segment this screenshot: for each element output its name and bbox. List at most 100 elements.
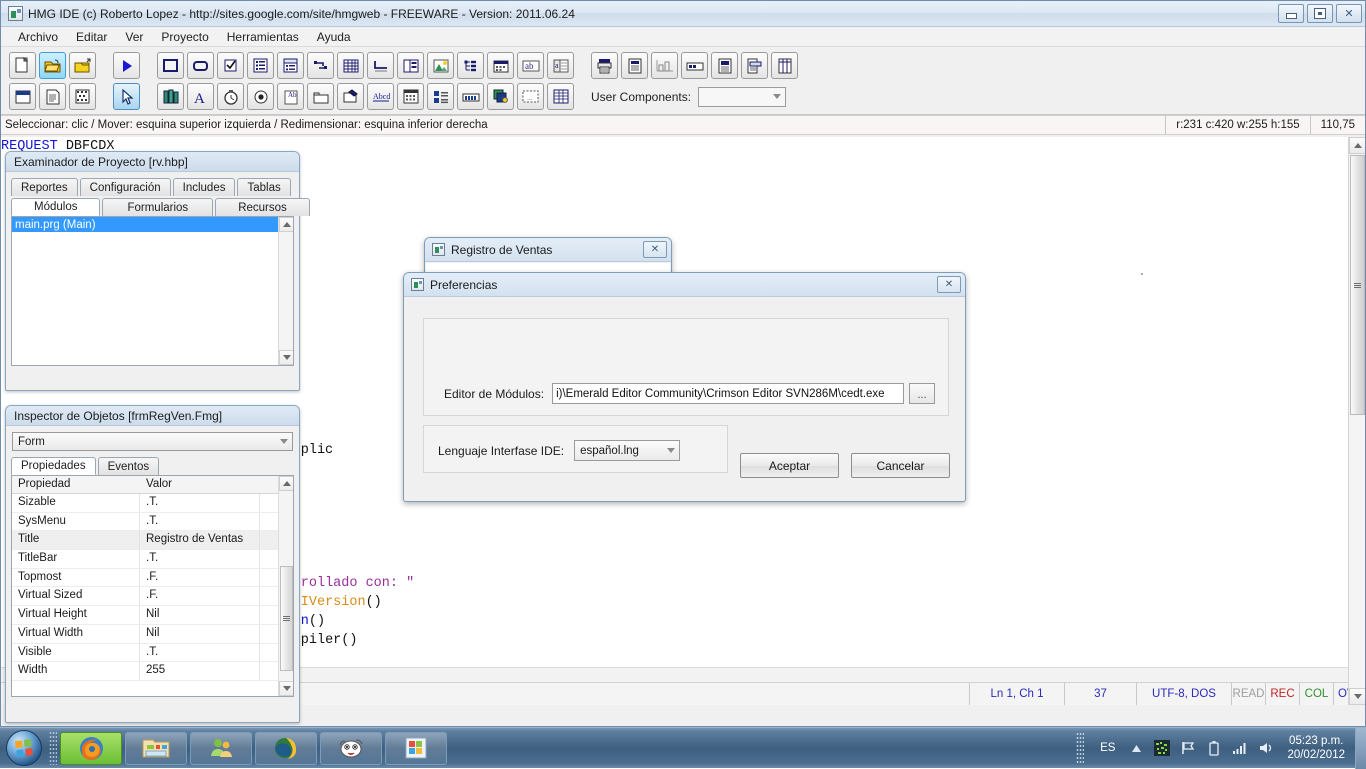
panel-icon[interactable]: ...: [517, 83, 544, 110]
scrollbar-thumb[interactable]: [280, 566, 293, 671]
table-row[interactable]: Title Registro de Ventas: [12, 531, 293, 550]
table-row[interactable]: SysMenu .T.: [12, 513, 293, 532]
textbox-control-icon[interactable]: [187, 52, 214, 79]
antivirus-icon[interactable]: [1152, 738, 1172, 758]
property-value[interactable]: .T.: [140, 494, 260, 512]
combobox-control-icon[interactable]: [277, 52, 304, 79]
color-picker-icon[interactable]: [487, 83, 514, 110]
start-button[interactable]: [2, 729, 46, 767]
tab-control-icon[interactable]: a: [547, 52, 574, 79]
table-row[interactable]: Topmost .F.: [12, 569, 293, 588]
network-icon[interactable]: [1230, 738, 1250, 758]
property-grid-scrollbar[interactable]: [278, 476, 293, 696]
month-calendar-icon[interactable]: [397, 83, 424, 110]
window-icon[interactable]: [9, 83, 36, 110]
library-icon[interactable]: [157, 83, 184, 110]
close-icon[interactable]: ✕: [937, 276, 961, 293]
run-icon[interactable]: [113, 52, 140, 79]
tab-propiedades[interactable]: Propiedades: [11, 457, 96, 475]
pointer-tool-icon[interactable]: [113, 83, 140, 110]
language-combo[interactable]: español.lng: [574, 440, 680, 461]
scroll-up-icon[interactable]: [1349, 137, 1366, 154]
scroll-up-icon[interactable]: [279, 476, 294, 491]
minimize-button[interactable]: [1278, 4, 1304, 23]
taskbar-item-firefox[interactable]: [60, 732, 122, 765]
close-icon[interactable]: ✕: [643, 241, 667, 258]
scroll-down-icon[interactable]: [1349, 688, 1366, 705]
tray-handle[interactable]: [1076, 732, 1084, 764]
show-desktop-button[interactable]: [1355, 728, 1366, 769]
taskbar-item-cartoon-app[interactable]: [320, 732, 382, 765]
progressbar-icon[interactable]: [681, 52, 708, 79]
language-indicator[interactable]: ES: [1100, 742, 1115, 754]
table-row[interactable]: Virtual Width Nil: [12, 625, 293, 644]
tree-control-icon[interactable]: [457, 52, 484, 79]
list-item[interactable]: main.prg (Main): [12, 217, 293, 232]
user-components-combo[interactable]: [698, 87, 786, 107]
abcd-text-icon[interactable]: Abcd: [367, 83, 394, 110]
tab-formularios[interactable]: Formularios: [102, 198, 213, 216]
chart-icon[interactable]: [651, 52, 678, 79]
editor-vertical-scrollbar[interactable]: [1348, 137, 1365, 705]
image-control-icon[interactable]: [427, 52, 454, 79]
toolbar-icon[interactable]: [457, 83, 484, 110]
taskbar-item-explorer[interactable]: [125, 732, 187, 765]
menu-proyecto[interactable]: Proyecto: [152, 28, 217, 46]
open-folder-icon[interactable]: [39, 52, 66, 79]
clock[interactable]: 05:23 p.m. 20/02/2012: [1287, 734, 1345, 762]
tab-modulos[interactable]: Módulos: [11, 198, 100, 216]
cancel-button[interactable]: Cancelar: [851, 453, 950, 478]
edit-icon[interactable]: [337, 83, 364, 110]
button-control-icon[interactable]: [157, 52, 184, 79]
property-value[interactable]: Registro de Ventas: [140, 531, 260, 549]
tab-includes[interactable]: Includes: [173, 178, 236, 196]
menu-editar[interactable]: Editar: [67, 28, 116, 46]
menu-archivo[interactable]: Archivo: [9, 28, 67, 46]
folder-tab-icon[interactable]: [307, 83, 334, 110]
table-row[interactable]: Width 255: [12, 662, 293, 681]
list-detail-icon[interactable]: [427, 83, 454, 110]
taskbar-handle[interactable]: [49, 731, 57, 765]
radio-button-icon[interactable]: [247, 83, 274, 110]
save-folder-icon[interactable]: [69, 52, 96, 79]
ab-label-icon[interactable]: Ab: [277, 83, 304, 110]
scroll-down-icon[interactable]: [279, 350, 294, 365]
volume-icon[interactable]: [1256, 738, 1276, 758]
calendar-control-icon[interactable]: [487, 52, 514, 79]
taskbar-item-windows-app[interactable]: [385, 732, 447, 765]
property-value[interactable]: .F.: [140, 587, 260, 605]
property-value[interactable]: Nil: [140, 606, 260, 624]
font-icon[interactable]: A: [187, 83, 214, 110]
report-icon[interactable]: [621, 52, 648, 79]
radio-group-icon[interactable]: [307, 52, 334, 79]
property-grid[interactable]: Propiedad Valor Sizable .T. SysMenu .T. …: [11, 475, 294, 697]
tab-eventos[interactable]: Eventos: [98, 457, 160, 475]
tab-configuracion[interactable]: Configuración: [80, 178, 171, 196]
table-row[interactable]: Sizable .T.: [12, 494, 293, 513]
tab-tablas[interactable]: Tablas: [237, 178, 290, 196]
object-selector-combo[interactable]: Form: [12, 432, 293, 451]
menu-ayuda[interactable]: Ayuda: [308, 28, 360, 46]
scroll-up-icon[interactable]: [279, 217, 294, 232]
property-value[interactable]: 255: [140, 662, 260, 680]
editor-path-input[interactable]: i)\Emerald Editor Community\Crimson Edit…: [552, 383, 904, 404]
document-icon[interactable]: [39, 83, 66, 110]
menu-ver[interactable]: Ver: [116, 28, 152, 46]
maximize-button[interactable]: [1307, 4, 1333, 23]
table-row[interactable]: Virtual Sized .F.: [12, 587, 293, 606]
close-button[interactable]: ✕: [1336, 4, 1362, 23]
checkbox-control-icon[interactable]: [217, 52, 244, 79]
table-row[interactable]: Visible .T.: [12, 644, 293, 663]
taskbar-item-globe[interactable]: [255, 732, 317, 765]
tab-reportes[interactable]: Reportes: [11, 178, 78, 196]
frame-icon[interactable]: [741, 52, 768, 79]
property-value[interactable]: Nil: [140, 625, 260, 643]
accept-button[interactable]: [1141, 273, 1143, 275]
menu-herramientas[interactable]: Herramientas: [218, 28, 308, 46]
show-hidden-icons-icon[interactable]: [1126, 738, 1146, 758]
slider-control-icon[interactable]: [367, 52, 394, 79]
table-row[interactable]: TitleBar .T.: [12, 550, 293, 569]
property-value[interactable]: .T.: [140, 550, 260, 568]
scroll-down-icon[interactable]: [279, 681, 294, 696]
page-icon[interactable]: [711, 52, 738, 79]
